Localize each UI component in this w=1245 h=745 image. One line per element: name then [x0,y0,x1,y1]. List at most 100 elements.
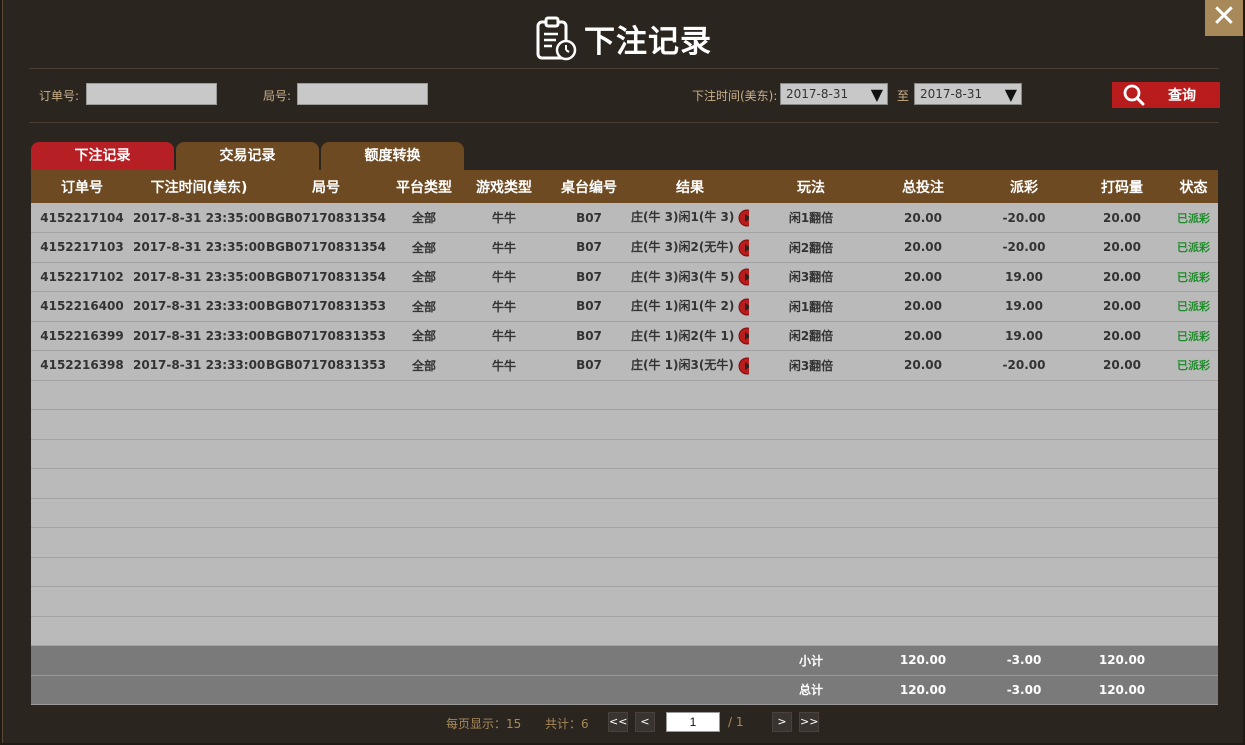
cell-play-type: 闲3翻倍 [749,351,873,381]
cell-order-number: 4152217104 [31,203,133,233]
cell-table-id-text: B07 [576,269,602,284]
cell-order-number: 4152216398 [31,351,133,381]
play-icon[interactable] [738,298,749,316]
bet-records-modal: ✕ 下注记录 订单号: 局号: 下注时间(美东): 2017-8-31 ▼ 至 … [2,0,1243,743]
cell-status: 已派彩 [1169,321,1218,351]
empty-cell [31,410,1218,440]
total-turnover: 120.00 [1098,682,1146,697]
order-number-input[interactable] [86,83,217,105]
col-result: 结果 [676,179,704,196]
cell-round-number: BGB07170831354 [265,262,387,292]
cell-play-type: 闲2翻倍 [749,233,873,263]
cell-round-number-text: BGB07170831354 [266,210,386,225]
cell-payout-text: 19.00 [1005,269,1043,284]
page-number-input[interactable] [666,712,720,732]
cell-table-id-text: B07 [576,328,602,343]
cell-total-bet: 20.00 [873,203,973,233]
cell-turnover: 20.00 [1075,351,1169,381]
cell-total-bet-text: 20.00 [904,210,942,225]
query-button-label: 查询 [1168,88,1196,104]
cell-table-id-text: B07 [576,299,602,314]
cell-bet-time: 2017-8-31 23:35:00 [133,203,265,233]
tab-transaction-records[interactable]: 交易记录 [176,142,319,170]
cell-status: 已派彩 [1169,351,1218,381]
tab-bet-records[interactable]: 下注记录 [31,142,174,170]
cell-payout-text: 19.00 [1005,299,1043,314]
cell-result: 庄(牛 1)闲2(牛 1) [631,321,749,351]
date-to-select[interactable]: 2017-8-31 ▼ [914,83,1022,105]
cell-table-id: B07 [547,351,631,381]
cell-bet-time: 2017-8-31 23:35:00 [133,233,265,263]
cell-payout: 19.00 [973,321,1075,351]
cell-table-id: B07 [547,262,631,292]
cell-round-number: BGB07170831353 [265,321,387,351]
cell-play-type-text: 闲3翻倍 [788,270,834,285]
cell-payout: 19.00 [973,262,1075,292]
play-icon[interactable] [738,209,749,227]
cell-platform-type-text: 全部 [411,211,436,225]
play-icon[interactable] [738,268,749,286]
empty-table-row [31,527,1218,557]
cell-total-bet: 20.00 [873,233,973,263]
cell-order-number: 4152217103 [31,233,133,263]
cell-bet-time-text: 2017-8-31 23:35:00 [133,210,265,225]
subtotal-row: 小计 120.00 -3.00 120.00 [31,645,1218,676]
tab-credit-transfer[interactable]: 额度转换 [321,142,464,170]
play-icon[interactable] [738,327,749,345]
cell-play-type: 闲3翻倍 [749,262,873,292]
cell-game-type-text: 牛牛 [491,358,516,373]
query-button[interactable]: 查询 [1112,82,1220,108]
cell-turnover-text: 20.00 [1103,358,1141,373]
first-page-button[interactable]: << [608,712,628,732]
bet-records-table: 订单号 下注时间(美东) 局号 平台类型 游戏类型 桌台编号 结果 玩法 总投注… [31,170,1218,705]
col-payout: 派彩 [1010,179,1038,196]
cell-status: 已派彩 [1169,262,1218,292]
col-play-type: 玩法 [797,179,825,196]
cell-status: 已派彩 [1169,233,1218,263]
cell-payout: -20.00 [973,203,1075,233]
cell-round-number-text: BGB07170831354 [266,240,386,255]
cell-status: 已派彩 [1169,203,1218,233]
cell-bet-time-text: 2017-8-31 23:35:00 [133,240,265,255]
col-turnover: 打码量 [1101,179,1143,196]
cell-order-number-text: 4152217102 [40,269,124,284]
play-icon[interactable] [738,239,749,257]
cell-table-id: B07 [547,203,631,233]
last-page-button[interactable]: >> [799,712,819,732]
filter-divider [29,122,1219,123]
table-row: 4152216398 2017-8-31 23:33:00 BGB071708313… [31,350,1218,381]
round-number-input[interactable] [297,83,428,105]
cell-order-number-text: 4152216400 [40,299,124,314]
cell-result-text: 庄(牛 3)闲1(牛 3) [631,210,735,225]
cell-turnover: 20.00 [1075,203,1169,233]
cell-round-number-text: BGB07170831354 [266,269,386,284]
subtotal-payout: -3.00 [1006,653,1042,668]
play-icon[interactable] [738,357,749,375]
empty-cell [31,498,1218,528]
cell-platform-type: 全部 [387,292,461,322]
empty-cell [31,380,1218,410]
cell-order-number: 4152216399 [31,321,133,351]
next-page-button[interactable]: > [772,712,792,732]
total-total-bet: 120.00 [899,682,947,697]
empty-table-row [31,380,1218,410]
cell-game-type: 牛牛 [461,292,547,322]
cell-payout-text: -20.00 [1002,210,1046,225]
prev-page-button[interactable]: < [635,712,655,732]
cell-result-text: 庄(牛 3)闲2(无牛) [631,240,734,254]
cell-bet-time-text: 2017-8-31 23:33:00 [133,358,265,373]
empty-cell [31,469,1218,499]
cell-platform-type: 全部 [387,233,461,263]
empty-table-row [31,409,1218,440]
to-label: 至 [897,89,910,103]
cell-bet-time: 2017-8-31 23:35:00 [133,262,265,292]
cell-game-type-text: 牛牛 [491,270,516,285]
cell-round-number-text: BGB07170831353 [266,328,386,343]
date-to-value: 2017-8-31 [920,87,983,101]
cell-bet-time-text: 2017-8-31 23:33:00 [133,328,265,343]
col-round-number: 局号 [312,179,340,196]
subtotal-status-spacer [1169,646,1218,676]
cell-total-bet-text: 20.00 [904,240,942,255]
date-from-select[interactable]: 2017-8-31 ▼ [780,83,888,105]
subtotal-label: 小计 [798,653,823,668]
